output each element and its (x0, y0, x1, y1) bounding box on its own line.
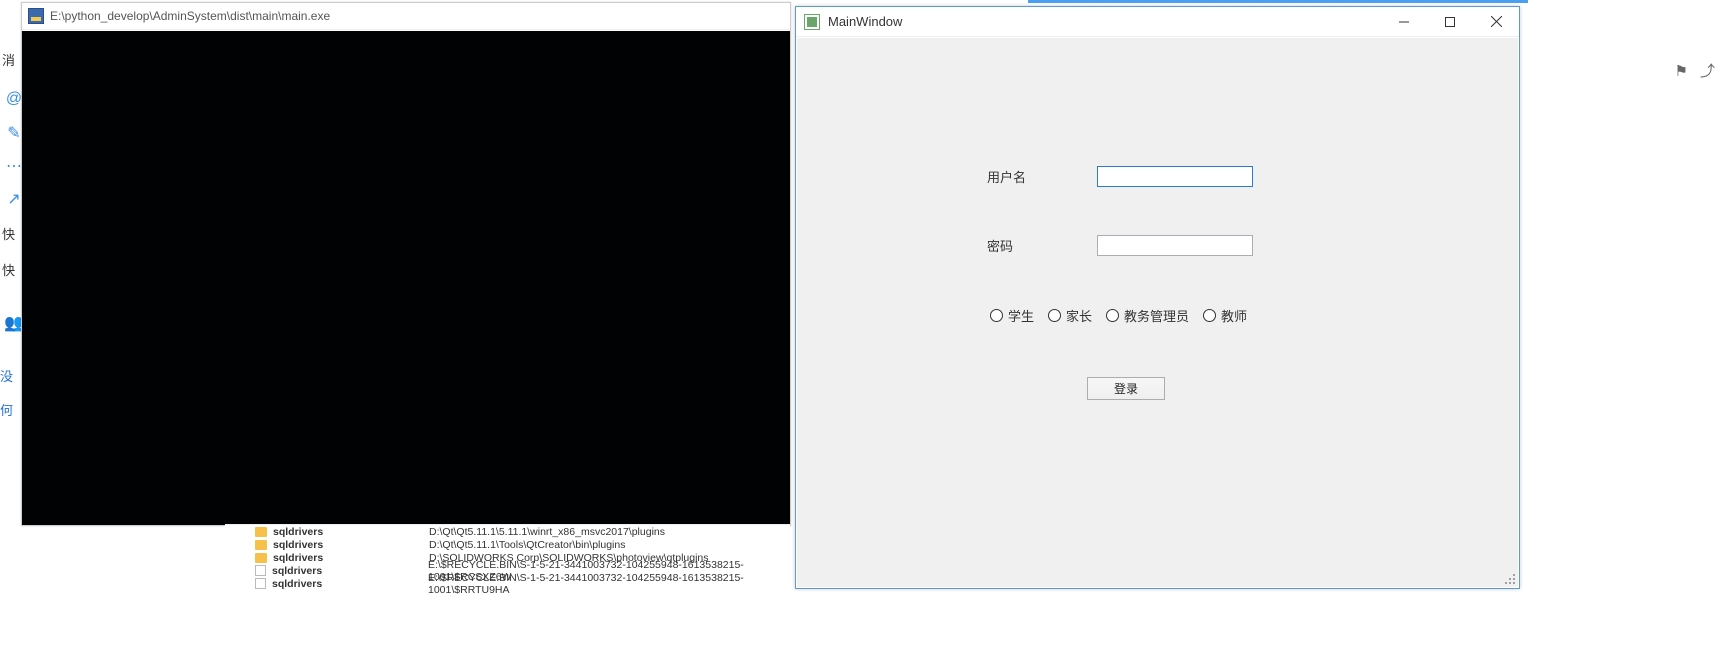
right-toolbar: ⚑ ⤴ (1675, 60, 1715, 81)
username-row: 用户名 (987, 166, 1253, 187)
radio-admin[interactable]: 教务管理员 (1106, 306, 1189, 325)
file-row[interactable]: sqldrivers D:\Qt\Qt5.11.1\5.11.1\winrt_x… (225, 525, 790, 538)
file-row[interactable]: sqldrivers E:\$RECYCLE.BIN\S-1-5-21-3441… (225, 577, 790, 590)
radio-parent[interactable]: 家长 (1048, 306, 1092, 325)
file-icon (255, 565, 266, 576)
file-row[interactable]: sqldrivers D:\Qt\Qt5.11.1\Tools\QtCreato… (225, 538, 790, 551)
minimize-icon (1399, 17, 1409, 27)
radio-label: 教务管理员 (1124, 306, 1189, 325)
radio-label: 家长 (1066, 306, 1092, 325)
qt-titlebar[interactable]: MainWindow (796, 7, 1519, 37)
file-name: sqldrivers (272, 578, 422, 590)
qt-app-icon (804, 14, 820, 30)
window-buttons (1381, 7, 1519, 37)
folder-icon (255, 527, 267, 537)
sidebar-label-messages: 消 (2, 50, 15, 69)
console-output-area[interactable] (22, 31, 790, 525)
file-name: sqldrivers (273, 552, 423, 564)
file-path: E:\$RECYCLE.BIN\S-1-5-21-3441003732-1042… (428, 572, 790, 596)
qt-main-window: MainWindow 用户名 密码 学生 (795, 6, 1520, 589)
flag-icon[interactable]: ⚑ (1675, 62, 1688, 80)
password-input[interactable] (1097, 235, 1253, 256)
console-window: E:\python_develop\AdminSystem\dist\main\… (21, 2, 791, 526)
resize-grip[interactable] (1502, 571, 1516, 585)
radio-icon (1106, 309, 1119, 322)
folder-icon (255, 553, 267, 563)
close-button[interactable] (1473, 7, 1519, 37)
console-app-icon (28, 8, 44, 24)
file-icon (255, 578, 266, 589)
role-radio-group: 学生 家长 教务管理员 教师 (990, 306, 1247, 325)
minimize-button[interactable] (1381, 7, 1427, 37)
sidebar-label-quick1: 快 (2, 224, 15, 243)
qt-window-title: MainWindow (828, 14, 902, 29)
sidebar-label-quick2: 快 (2, 260, 15, 279)
top-accent-strip (1028, 0, 1528, 3)
qt-content-area: 用户名 密码 学生 家长 教务管理员 教师 登录 (797, 38, 1518, 587)
radio-icon (1203, 309, 1216, 322)
sidebar-link-2[interactable]: 何 (0, 400, 13, 419)
username-label: 用户名 (987, 167, 1047, 186)
radio-student[interactable]: 学生 (990, 306, 1034, 325)
console-titlebar[interactable]: E:\python_develop\AdminSystem\dist\main\… (22, 3, 790, 30)
sidebar-link-1[interactable]: 没 (0, 366, 13, 385)
radio-icon (1048, 309, 1061, 322)
close-icon (1491, 16, 1502, 27)
file-path: D:\Qt\Qt5.11.1\Tools\QtCreator\bin\plugi… (429, 539, 790, 551)
file-name: sqldrivers (272, 565, 422, 577)
password-row: 密码 (987, 235, 1253, 256)
login-button[interactable]: 登录 (1087, 377, 1165, 400)
share-action-icon[interactable]: ⤴ (1700, 60, 1715, 81)
file-list: sqldrivers D:\Qt\Qt5.11.1\5.11.1\winrt_x… (225, 524, 790, 590)
maximize-button[interactable] (1427, 7, 1473, 37)
radio-label: 学生 (1008, 306, 1034, 325)
radio-icon (990, 309, 1003, 322)
maximize-icon (1445, 17, 1455, 27)
folder-icon (255, 540, 267, 550)
username-input[interactable] (1097, 166, 1253, 187)
file-name: sqldrivers (273, 526, 423, 538)
file-path: D:\Qt\Qt5.11.1\5.11.1\winrt_x86_msvc2017… (429, 526, 790, 538)
radio-label: 教师 (1221, 306, 1247, 325)
file-name: sqldrivers (273, 539, 423, 551)
console-title: E:\python_develop\AdminSystem\dist\main\… (50, 9, 330, 23)
password-label: 密码 (987, 236, 1047, 255)
radio-teacher[interactable]: 教师 (1203, 306, 1247, 325)
